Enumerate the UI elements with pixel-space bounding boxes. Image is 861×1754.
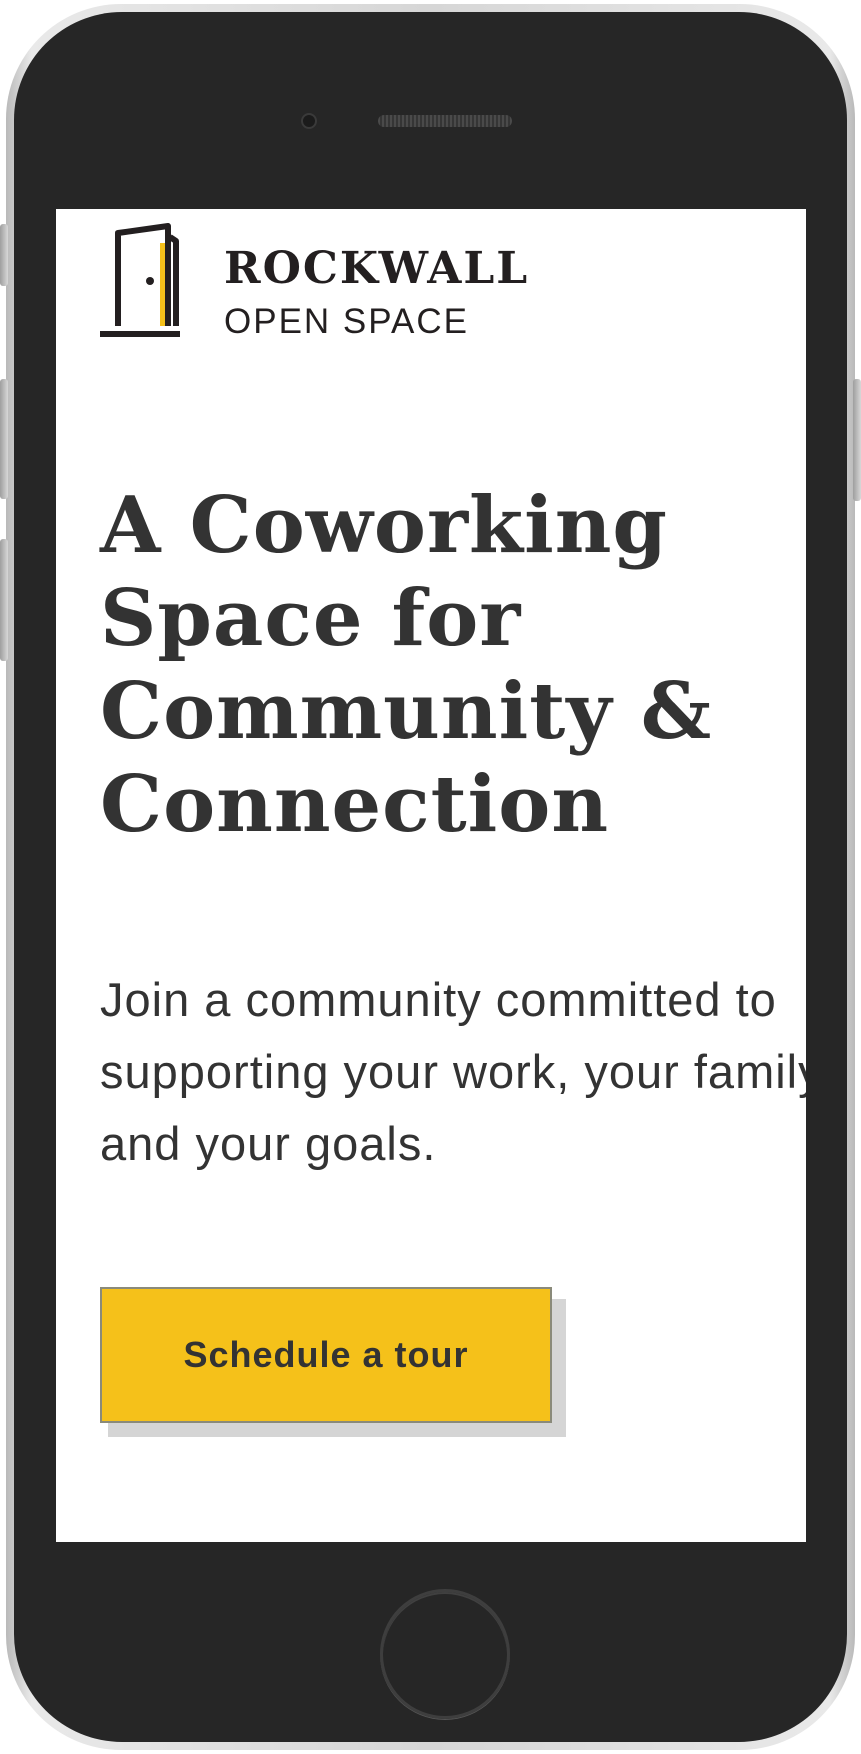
intro-line: and your goals. — [100, 1117, 437, 1170]
logo-subtitle: OPEN SPACE — [224, 302, 469, 341]
headline-line: Community & — [100, 666, 713, 757]
headline-line: Space for — [100, 573, 522, 664]
headline-line: Connection — [100, 759, 610, 850]
site-logo[interactable]: ROCKWALL OPEN SPACE — [100, 223, 600, 343]
mute-switch — [0, 224, 8, 286]
intro-line: supporting your work, your family — [100, 1045, 806, 1098]
door-icon — [100, 223, 180, 337]
earpiece-speaker — [378, 115, 512, 127]
schedule-tour-button[interactable]: Schedule a tour — [100, 1287, 552, 1423]
power-button — [853, 379, 861, 501]
phone-screen: ROCKWALL OPEN SPACE A Coworking Space fo… — [56, 209, 806, 1542]
hero-headline: A Coworking Space for Community & Connec… — [100, 479, 712, 851]
hero-intro-text: Join a community committed to supporting… — [100, 964, 806, 1180]
front-camera — [301, 113, 317, 129]
volume-up-button — [0, 379, 8, 499]
headline-line: A Coworking — [100, 480, 668, 571]
logo-title: ROCKWALL — [224, 243, 530, 294]
intro-line: Join a community committed to — [100, 973, 777, 1026]
volume-down-button — [0, 539, 8, 661]
home-button[interactable] — [380, 1589, 510, 1719]
